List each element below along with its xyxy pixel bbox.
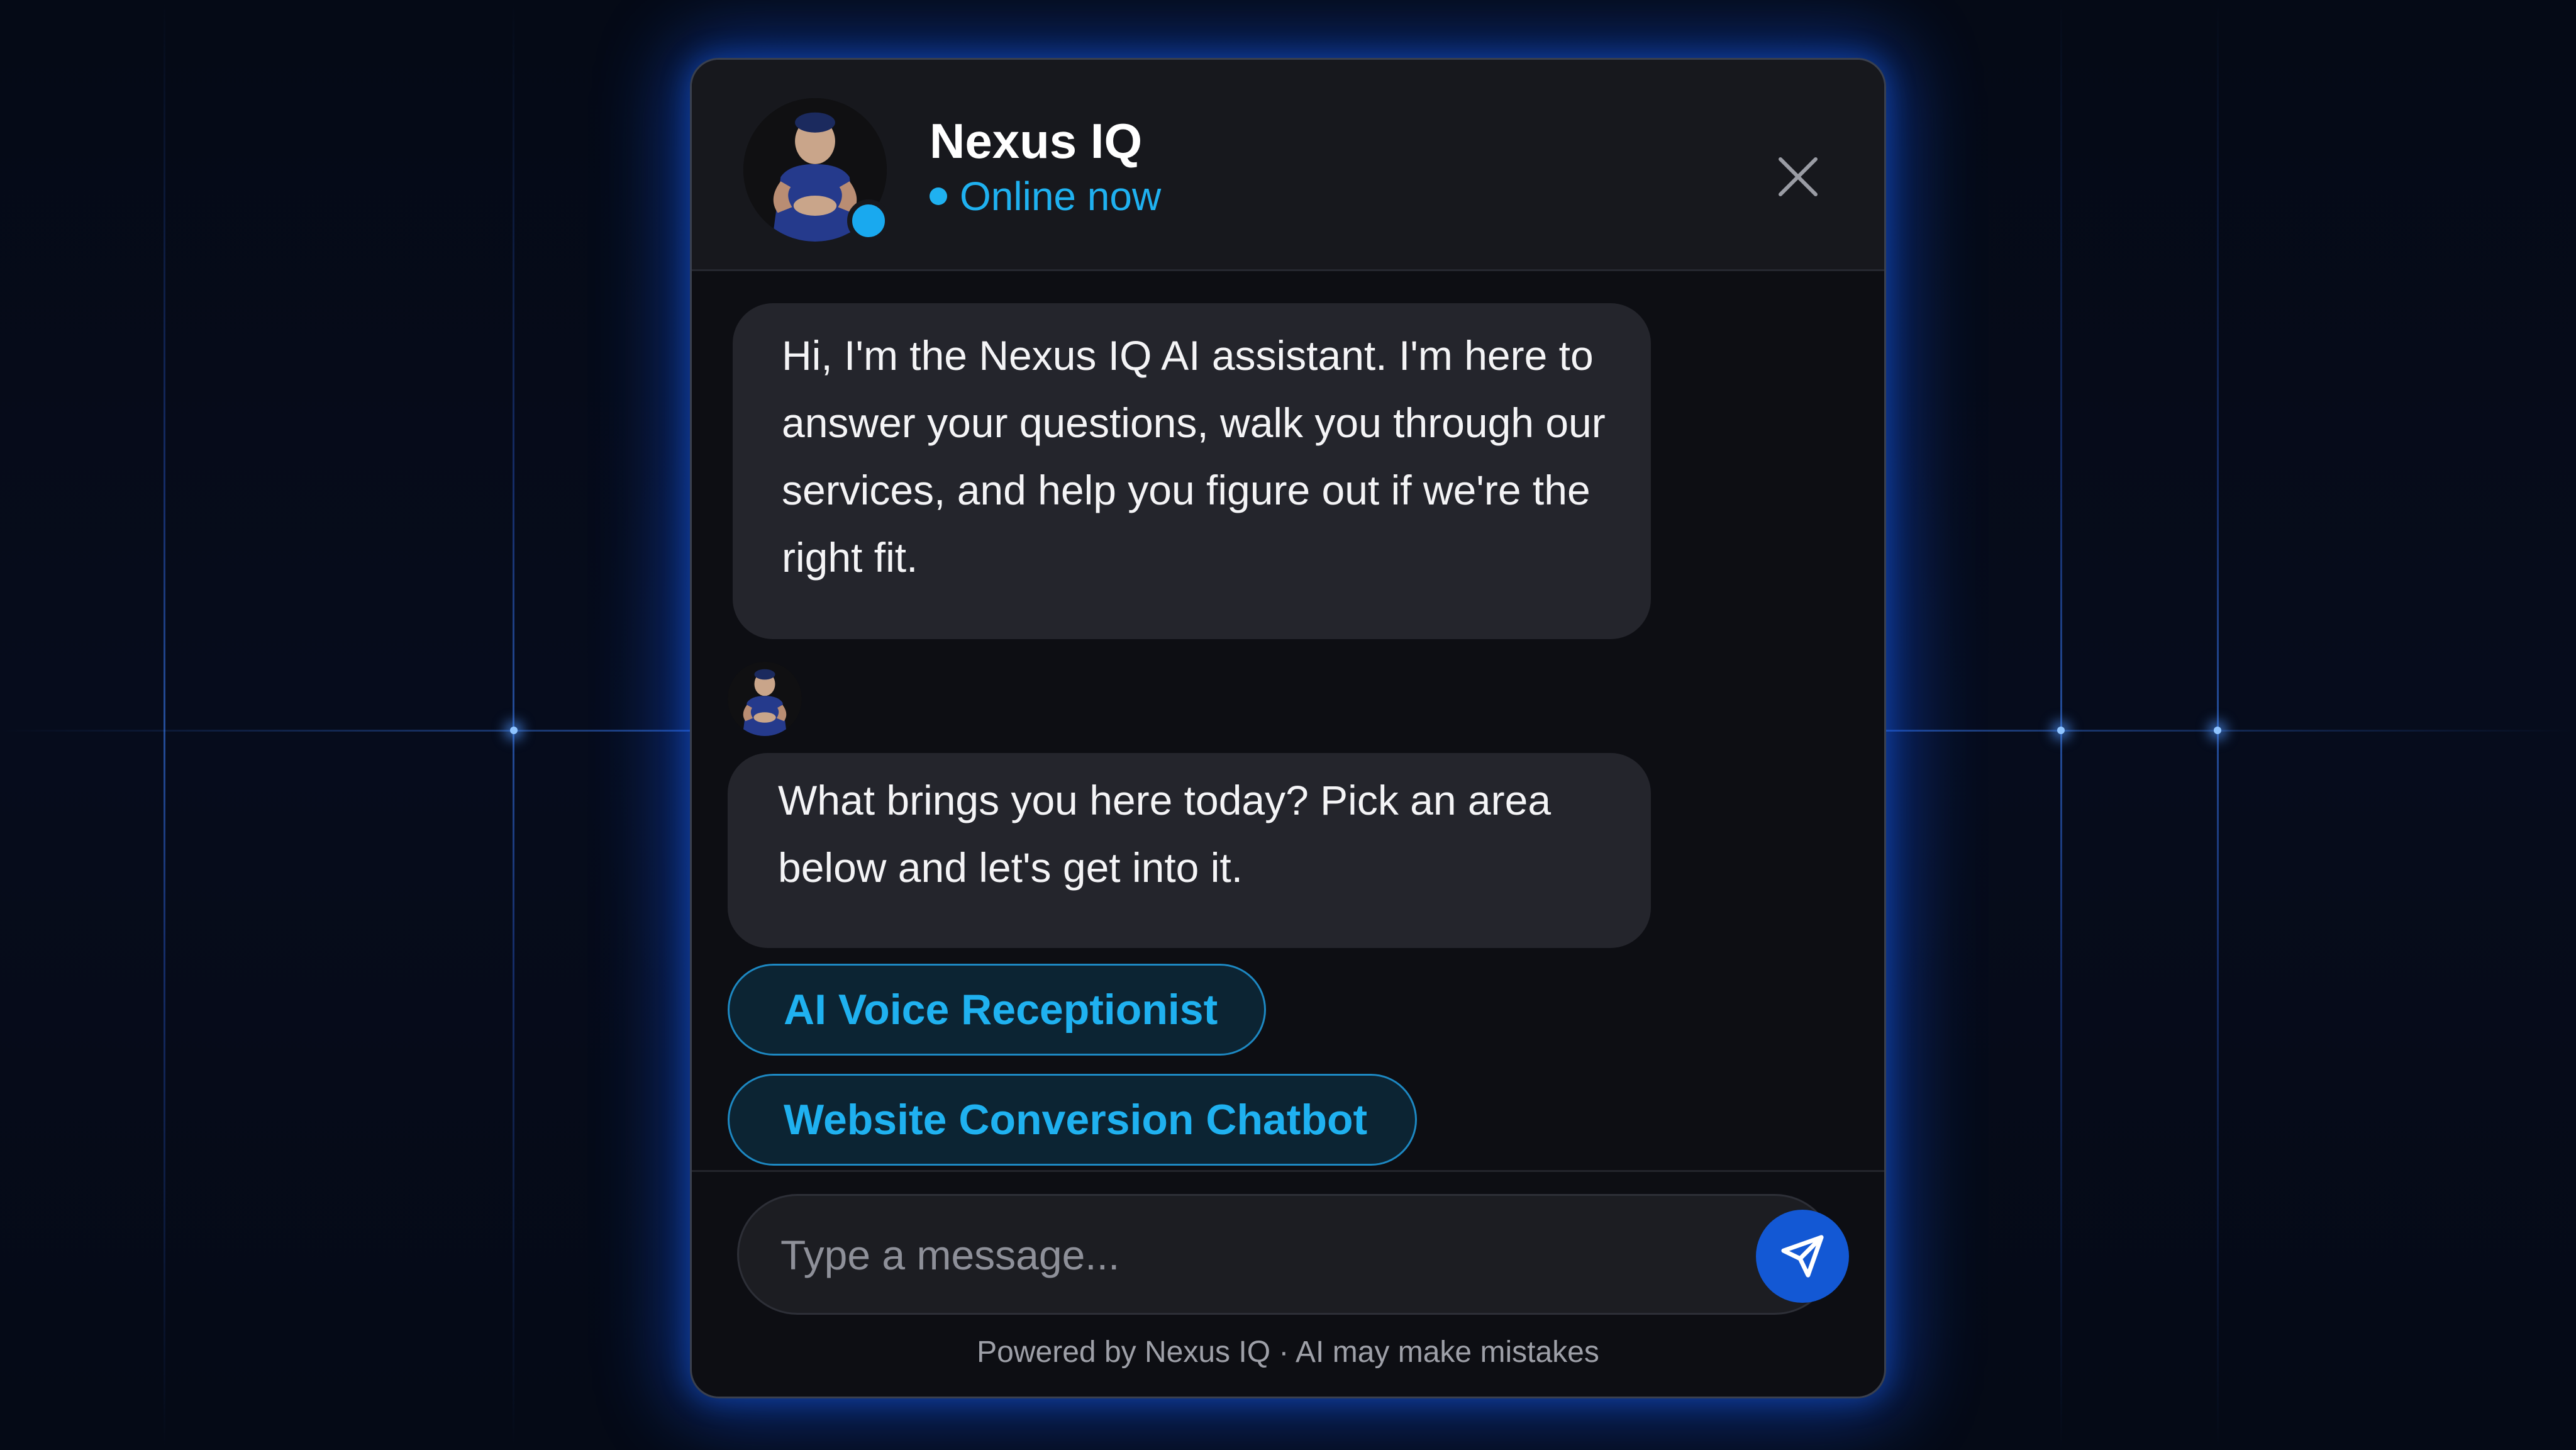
chat-header: Nexus IQ Online now (692, 60, 1884, 271)
background-line (2217, 0, 2219, 1450)
chat-widget: Nexus IQ Online now Hi, I'm the Nexus IQ… (690, 58, 1886, 1398)
background-line (2060, 0, 2062, 1450)
assistant-message: Hi, I'm the Nexus IQ AI assistant. I'm h… (733, 303, 1651, 639)
online-status-text: Online now (960, 174, 1162, 219)
online-status: Online now (930, 176, 1161, 216)
composer-divider (692, 1170, 1884, 1172)
send-icon (1781, 1235, 1824, 1278)
send-button[interactable] (1756, 1210, 1849, 1303)
chat-title: Nexus IQ (930, 113, 1143, 169)
online-status-dot (847, 199, 890, 242)
quick-reply-website-conversion-chatbot[interactable]: Website Conversion Chatbot (728, 1074, 1417, 1166)
assistant-message: What brings you here today? Pick an area… (728, 753, 1651, 948)
background-spark (510, 727, 518, 734)
person-avatar-icon (728, 662, 802, 736)
online-indicator-icon (930, 187, 947, 205)
close-icon (1779, 157, 1818, 196)
message-composer (737, 1194, 1849, 1315)
quick-reply-ai-voice-receptionist[interactable]: AI Voice Receptionist (728, 964, 1266, 1056)
background-spark (2057, 727, 2065, 734)
close-button[interactable] (1772, 150, 1824, 203)
background-spark (2214, 727, 2221, 734)
background-line (164, 0, 165, 1450)
message-avatar (728, 662, 802, 736)
footer-disclaimer: Powered by Nexus IQ · AI may make mistak… (977, 1336, 1599, 1369)
background: Nexus IQ Online now Hi, I'm the Nexus IQ… (0, 0, 2576, 1450)
message-input[interactable] (780, 1224, 1661, 1286)
background-line (513, 0, 514, 1450)
